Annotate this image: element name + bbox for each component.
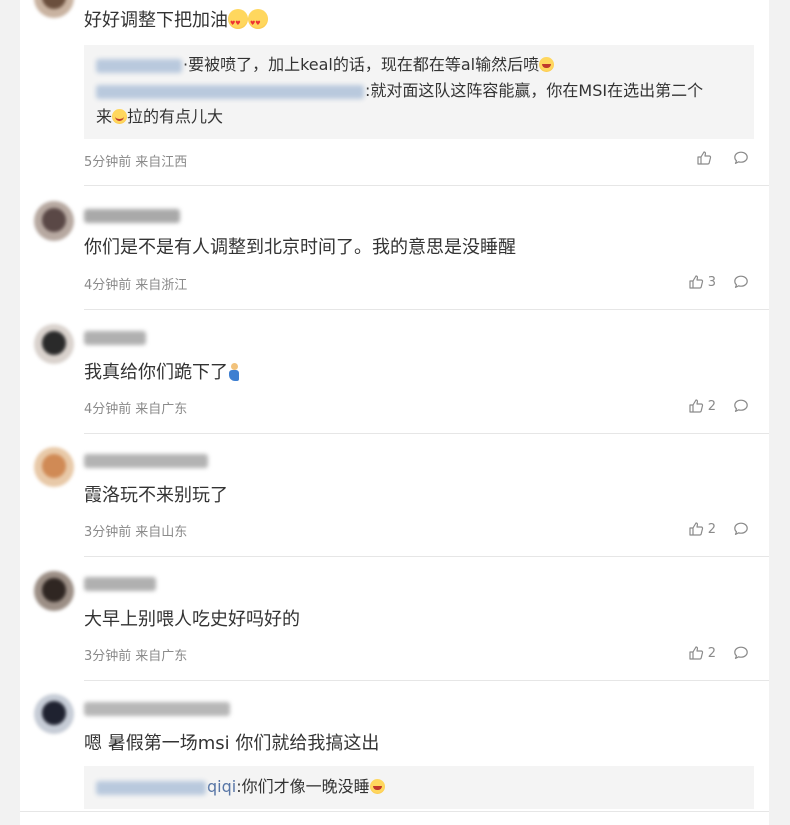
like-count: 3	[707, 274, 716, 290]
comment-item: 你们是不是有人调整到北京时间了。我的意思是没睡醒 4分钟前 来自浙江 3	[20, 186, 769, 310]
heart-eyes-emoji-icon	[228, 9, 248, 36]
avatar[interactable]	[34, 0, 74, 18]
comment-time: 5分钟前	[84, 155, 132, 170]
reply-button[interactable]	[733, 645, 749, 661]
comment-time: 4分钟前	[84, 278, 132, 293]
thumbs-up-icon	[696, 150, 712, 166]
thumbs-up-icon	[688, 274, 704, 290]
comment-location: 来自江西	[135, 155, 188, 170]
comment-bubble-icon	[733, 274, 749, 290]
comment-text: 你们是不是有人调整到北京时间了。我的意思是没睡醒	[84, 237, 516, 258]
comment-meta: 3分钟前 来自广东	[84, 645, 187, 664]
reply-button[interactable]	[733, 150, 749, 166]
like-count: 2	[707, 521, 716, 537]
like-button[interactable]: 3	[688, 274, 716, 290]
comment-time: 3分钟前	[84, 649, 132, 664]
comment-text: 我真给你们跪下了	[84, 361, 240, 385]
reply-username[interactable]	[96, 84, 364, 99]
reply-line: ·要被喷了，加上keal的话，现在都在等al输然后喷	[96, 52, 555, 78]
comment-item: 大早上别喂人吃史好吗好的 3分钟前 来自广东 2	[20, 557, 769, 681]
comment-bubble-icon	[733, 150, 749, 166]
comment-location: 来自浙江	[135, 278, 188, 293]
comment-item: 好好调整下把加油 ·要被喷了，加上keal的话，现在都在等al输然后喷 :就对面…	[20, 0, 769, 186]
reply-username[interactable]	[96, 780, 206, 795]
comment-meta: 4分钟前 来自广东	[84, 398, 187, 417]
username[interactable]	[84, 454, 208, 468]
username[interactable]	[84, 209, 180, 223]
thumbs-up-icon	[688, 645, 704, 661]
avatar[interactable]	[34, 447, 74, 487]
comment-location: 来自山东	[135, 525, 188, 540]
divider	[20, 811, 769, 812]
comment-item: 我真给你们跪下了 4分钟前 来自广东 2	[20, 310, 769, 434]
username[interactable]	[84, 577, 156, 591]
heart-eyes-emoji-icon	[248, 9, 268, 36]
like-count: 2	[707, 645, 716, 661]
reply-button[interactable]	[733, 274, 749, 290]
comment-meta: 4分钟前 来自浙江	[84, 274, 187, 293]
comment-feed: 好好调整下把加油 ·要被喷了，加上keal的话，现在都在等al输然后喷 :就对面…	[20, 0, 769, 825]
comment-bubble-icon	[733, 645, 749, 661]
like-count: 2	[707, 398, 716, 414]
like-button[interactable]	[696, 150, 716, 166]
comment-item: 嗯 暑假第一场msi 你们就给我搞这出 qiqi:你们才像一晚没睡	[20, 681, 769, 812]
username[interactable]	[84, 331, 146, 345]
reply-username-tail[interactable]: qiqi	[207, 777, 236, 796]
like-button[interactable]: 2	[688, 398, 716, 414]
reply-line: qiqi:你们才像一晚没睡	[96, 774, 385, 800]
smile-emoji-icon	[112, 109, 128, 124]
comment-location: 来自广东	[135, 402, 188, 417]
comment-text: 大早上别喂人吃史好吗好的	[84, 609, 300, 630]
laughing-emoji-icon	[539, 57, 555, 72]
comment-text: 嗯 暑假第一场msi 你们就给我搞这出	[84, 733, 380, 754]
reply-line: 来拉的有点儿大	[96, 107, 224, 126]
comment-text: 好好调整下把加油	[84, 9, 268, 36]
reply-line: :就对面这队这阵容能赢，你在MSI在选出第二个	[96, 78, 703, 104]
comment-time: 3分钟前	[84, 525, 132, 540]
comment-item: 霞洛玩不来别玩了 3分钟前 来自山东 2	[20, 434, 769, 557]
avatar[interactable]	[34, 694, 74, 734]
comment-bubble-icon	[733, 521, 749, 537]
reply-box: qiqi:你们才像一晚没睡	[84, 766, 754, 809]
like-button[interactable]: 2	[688, 645, 716, 661]
comment-bubble-icon	[733, 398, 749, 414]
reply-button[interactable]	[733, 398, 749, 414]
comment-time: 4分钟前	[84, 402, 132, 417]
reply-box: ·要被喷了，加上keal的话，现在都在等al输然后喷 :就对面这队这阵容能赢，你…	[84, 45, 754, 139]
comment-meta: 5分钟前 来自江西	[84, 151, 187, 170]
comment-location: 来自广东	[135, 649, 188, 664]
like-button[interactable]: 2	[688, 521, 716, 537]
avatar[interactable]	[34, 324, 74, 364]
avatar[interactable]	[34, 571, 74, 611]
comment-meta: 3分钟前 来自山东	[84, 521, 187, 540]
avatar[interactable]	[34, 201, 74, 241]
thumbs-up-icon	[688, 521, 704, 537]
username[interactable]	[84, 702, 230, 716]
comment-text: 霞洛玩不来别玩了	[84, 485, 228, 506]
reply-username[interactable]	[96, 58, 182, 73]
laughing-emoji-icon	[369, 779, 385, 794]
thumbs-up-icon	[688, 398, 704, 414]
kneeling-person-emoji-icon	[228, 363, 240, 381]
reply-button[interactable]	[733, 521, 749, 537]
